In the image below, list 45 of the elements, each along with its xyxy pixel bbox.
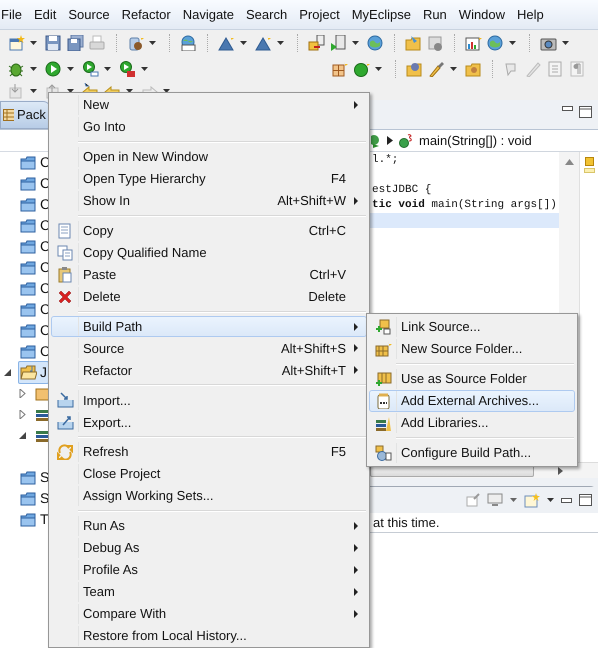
view-tab[interactable]: Pack: [0, 101, 51, 129]
menu-item[interactable]: Compare With: [51, 602, 367, 625]
menu-item[interactable]: Edit: [28, 4, 62, 24]
menu-item[interactable]: Refactor Alt+Shift+T: [51, 359, 367, 382]
menu-item[interactable]: New Source Folder...: [369, 338, 575, 360]
menu-item[interactable]: Copy Ctrl+C: [51, 220, 367, 242]
menu-item[interactable]: Add Libraries...: [369, 412, 575, 434]
menu-item[interactable]: Copy Qualified Name: [51, 242, 367, 264]
menu-item[interactable]: Debug As: [51, 537, 367, 560]
menu-item[interactable]: Import...: [51, 389, 367, 412]
menu-item[interactable]: Export...: [51, 411, 367, 434]
menu-item[interactable]: Add External Archives...: [369, 390, 575, 412]
menu-item[interactable]: Profile As: [51, 559, 367, 581]
menu-item[interactable]: New: [51, 94, 367, 116]
menu-item[interactable]: Use as Source Folder: [369, 368, 575, 390]
menu-item[interactable]: Source: [62, 4, 116, 24]
menu-item[interactable]: Open Type Hierarchy F4: [51, 168, 367, 190]
menu-item[interactable]: Link Source...: [369, 316, 575, 338]
menu-item[interactable]: Refresh F5: [51, 441, 367, 464]
menu-item[interactable]: Restore from Local History...: [51, 624, 367, 647]
menu-item[interactable]: Project: [293, 4, 346, 24]
menu-item[interactable]: Paste Ctrl+V: [51, 264, 367, 286]
menu-item[interactable]: Run: [416, 4, 453, 24]
menu-item[interactable]: Refactor: [116, 4, 177, 24]
breadcrumb-text[interactable]: main(String[]) : void: [419, 130, 532, 150]
tree-item[interactable]: T: [40, 509, 49, 530]
menu-item[interactable]: Team: [51, 580, 367, 603]
menu-item[interactable]: Navigate: [176, 4, 240, 24]
menu-item[interactable]: MyEclipse: [346, 4, 417, 24]
menu-item[interactable]: File: [0, 4, 28, 24]
tab-label: Pack: [17, 106, 46, 124]
menu-item[interactable]: Search: [240, 4, 294, 24]
menu-item[interactable]: Help: [511, 4, 550, 24]
menu-item[interactable]: Delete Delete: [51, 286, 367, 308]
menu-item[interactable]: Assign Working Sets...: [51, 485, 367, 508]
status-message: at this time.: [373, 514, 440, 532]
menu-item[interactable]: Window: [452, 4, 512, 24]
menu-item[interactable]: Run As: [51, 515, 367, 538]
menu-item[interactable]: Close Project: [51, 463, 367, 486]
menu-item[interactable]: Open in New Window: [51, 146, 367, 168]
menu-item[interactable]: Source Alt+Shift+S: [51, 337, 367, 360]
menu-item[interactable]: Configure Build Path...: [369, 442, 575, 464]
menu-item[interactable]: Show In Alt+Shift+W: [51, 190, 367, 212]
menu-item[interactable]: Go Into: [51, 116, 367, 138]
menu-item[interactable]: Build Path: [51, 316, 367, 338]
